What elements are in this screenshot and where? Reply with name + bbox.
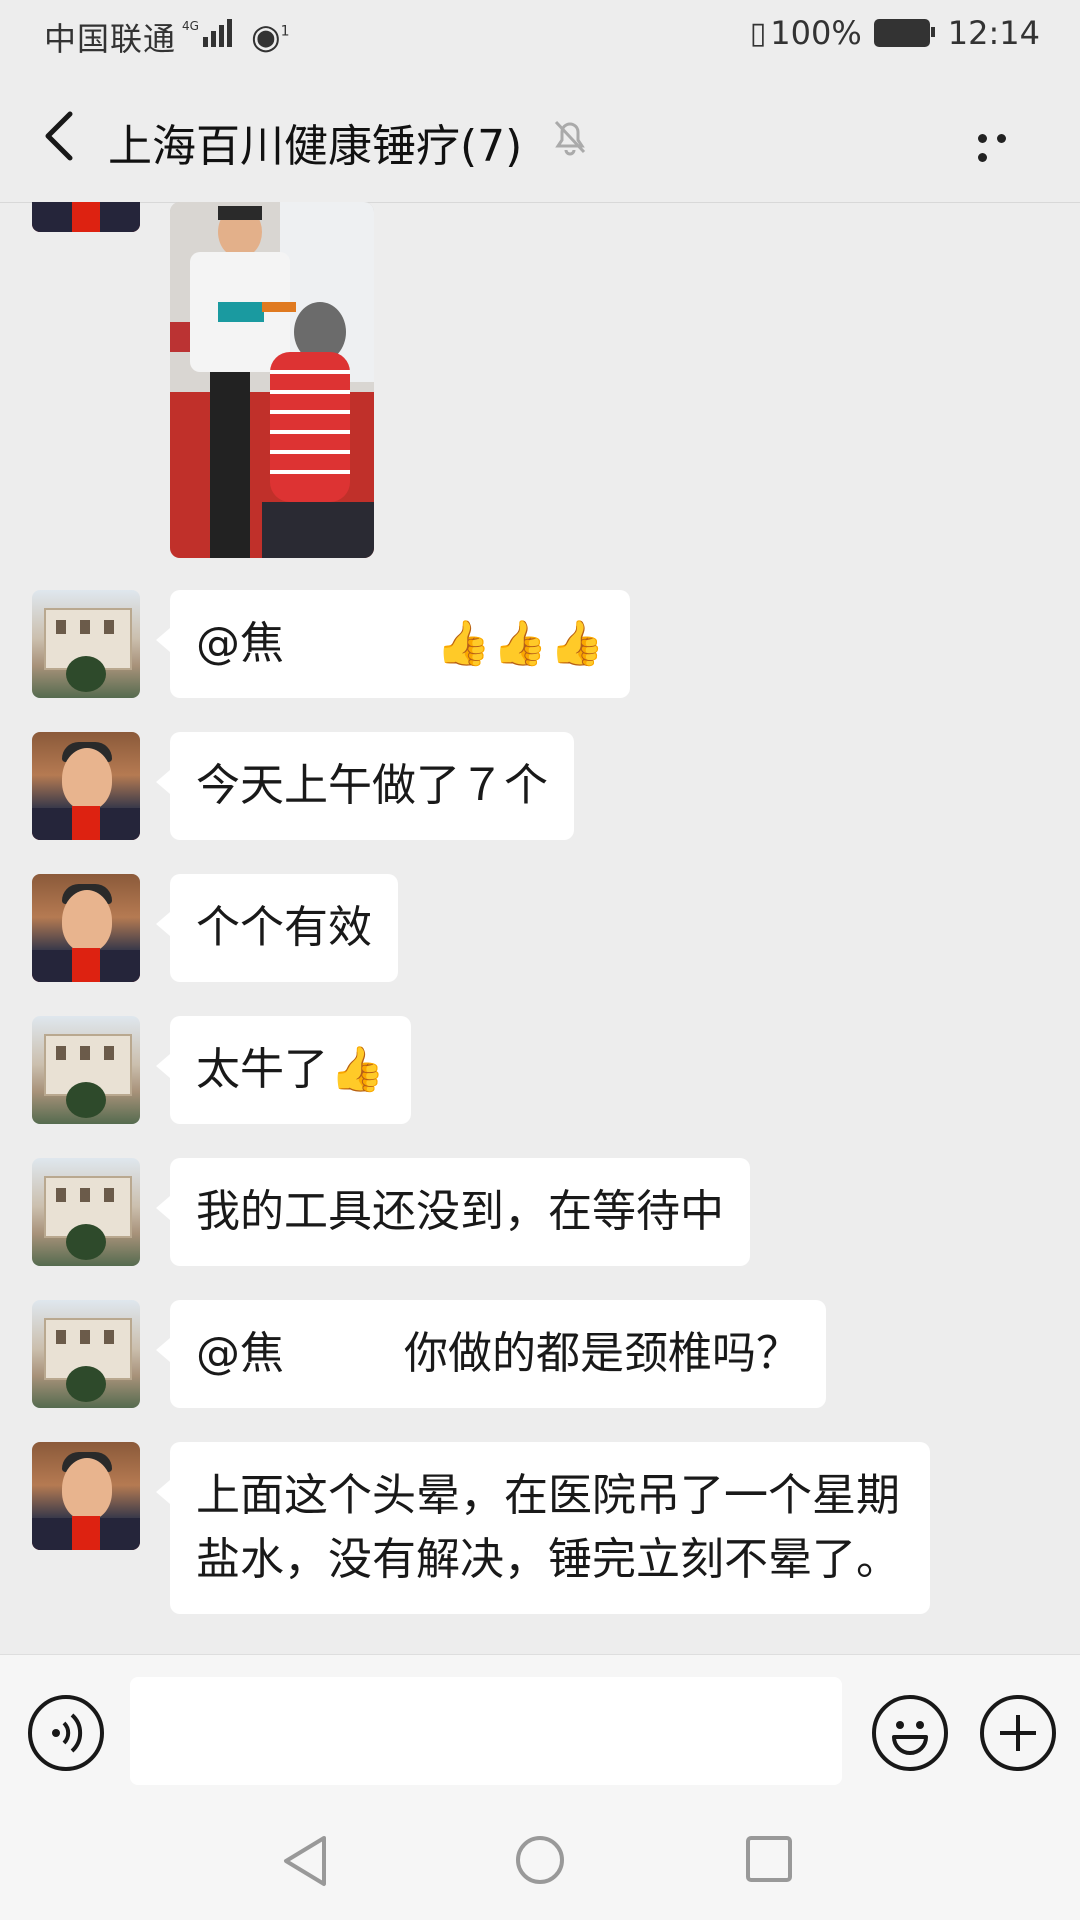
thumbs-up-icon: 👍 — [492, 618, 548, 669]
carrier-label: 中国联通 — [44, 20, 177, 58]
input-bar — [0, 1654, 1080, 1795]
message-text: 上面这个头晕，在医院吊了一个星期盐水，没有解决，锤完立刻不晕了。 — [196, 1470, 900, 1585]
hotspot-badge: 1 — [280, 23, 290, 40]
message-text: 我的工具还没到，在等待中 — [196, 1186, 724, 1237]
battery-level: 100% — [770, 14, 862, 52]
message-bubble[interactable]: 个个有效 — [156, 874, 398, 982]
message-list[interactable]: @焦 👍👍👍 今天上午做了７个 个个有效 太牛了👍 我的工具还没到，在等待中 @焦… — [0, 202, 1080, 1654]
nav-home-icon[interactable] — [514, 1834, 566, 1886]
signal-icon: 4G — [182, 19, 235, 55]
avatar[interactable] — [32, 1300, 140, 1408]
nav-back-icon[interactable] — [280, 1834, 330, 1888]
avatar[interactable] — [32, 732, 140, 840]
system-nav-bar — [0, 1794, 1080, 1920]
message-bubble[interactable]: @焦 👍👍👍 — [155, 590, 631, 698]
avatar[interactable] — [32, 874, 140, 982]
message-text: 太牛了 — [196, 1044, 328, 1095]
mention[interactable]: @焦 — [196, 1328, 284, 1379]
message-bubble[interactable]: 上面这个头晕，在医院吊了一个星期盐水，没有解决，锤完立刻不晕了。 — [156, 1442, 930, 1614]
image-message[interactable] — [170, 202, 374, 558]
status-bar: 中国联通 4G ◉1 ▯ 100% 12:14 — [0, 0, 1080, 76]
message-bubble[interactable]: @焦 你做的都是颈椎吗？ — [156, 1300, 826, 1408]
avatar[interactable] — [32, 202, 140, 232]
thumbs-up-icon: 👍 — [549, 618, 605, 669]
thumbs-up-icon: 👍 — [436, 618, 491, 669]
avatar[interactable] — [32, 1158, 140, 1266]
message-bubble[interactable]: 我的工具还没到，在等待中 — [156, 1158, 750, 1266]
nav-recents-icon[interactable] — [744, 1834, 794, 1884]
emoji-icon[interactable] — [872, 1695, 948, 1771]
thumbs-up-icon: 👍 — [330, 1044, 385, 1095]
message-bubble[interactable]: 今天上午做了７个 — [156, 732, 574, 840]
voice-icon[interactable] — [28, 1695, 104, 1771]
chevron-left-icon[interactable] — [36, 106, 86, 166]
network-type-label: 4G — [182, 19, 199, 33]
clock: 12:14 — [947, 14, 1040, 52]
message-text: 个个有效 — [196, 902, 372, 953]
message-bubble[interactable]: 太牛了👍 — [156, 1016, 411, 1124]
mention[interactable]: @焦 — [196, 618, 284, 669]
photo-thumbnail — [170, 202, 374, 558]
message-text: 今天上午做了７个 — [196, 760, 548, 811]
battery-icon — [873, 19, 935, 47]
avatar[interactable] — [32, 590, 140, 698]
hotspot-icon: ◉1 — [250, 17, 290, 57]
vibrate-icon: ▯ — [749, 15, 767, 51]
avatar[interactable] — [32, 1016, 140, 1124]
bell-off-icon — [554, 120, 586, 156]
chat-title: 上海百川健康锤疗(7) — [108, 121, 523, 172]
message-input[interactable] — [130, 1677, 842, 1785]
avatar[interactable] — [32, 1442, 140, 1550]
plus-icon[interactable] — [980, 1695, 1056, 1771]
more-icon[interactable] — [978, 128, 1034, 162]
chat-header: 上海百川健康锤疗(7) — [0, 76, 1080, 203]
message-text: 你做的都是颈椎吗？ — [404, 1328, 800, 1379]
